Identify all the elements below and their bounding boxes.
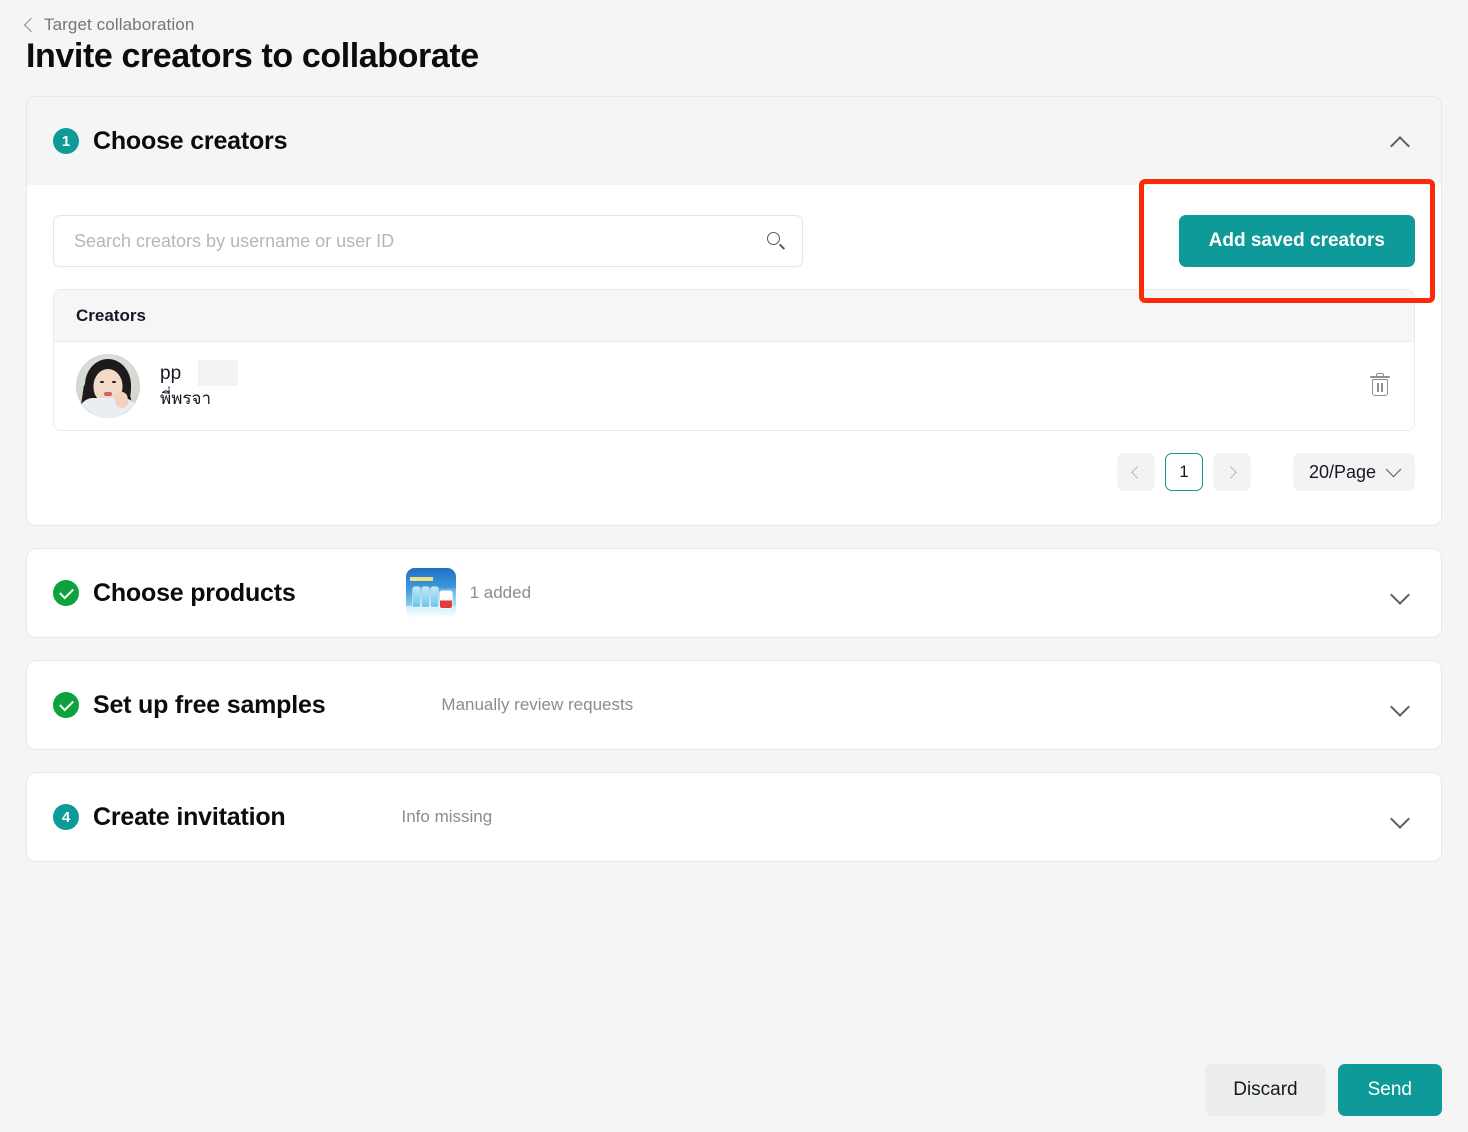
pagination-page-1[interactable]: 1 xyxy=(1164,453,1203,491)
creators-toolbar: Add saved creators xyxy=(53,179,1435,303)
invitation-status: Info missing xyxy=(401,807,493,826)
step-badge-4: 4 xyxy=(53,804,79,830)
section-set-up-free-samples[interactable]: Set up free samples Manually review requ… xyxy=(26,660,1442,750)
avatar xyxy=(76,354,140,418)
products-added-count: 1 added xyxy=(469,583,532,602)
chevron-down-icon[interactable] xyxy=(1389,806,1411,828)
table-row[interactable]: pp พี่พรจา xyxy=(54,342,1414,430)
step-badge-1: 1 xyxy=(53,128,79,154)
creator-info: pp พี่พรจา xyxy=(160,360,238,410)
product-thumbnail: + xyxy=(405,568,456,618)
redaction-block xyxy=(198,360,238,386)
step-badge-2-complete xyxy=(53,580,79,606)
chevron-left-icon xyxy=(1131,465,1144,479)
section-summary-choose-products: + 1 added xyxy=(405,568,1389,618)
samples-review-mode: Manually review requests xyxy=(441,695,634,714)
section-title-choose-products: Choose products xyxy=(93,578,296,607)
send-button[interactable]: Send xyxy=(1337,1064,1442,1116)
add-saved-creators-button[interactable]: Add saved creators xyxy=(1178,215,1415,267)
section-title-set-up-free-samples: Set up free samples xyxy=(93,690,326,719)
chevron-right-icon xyxy=(1224,465,1237,479)
chevron-down-icon[interactable] xyxy=(1389,694,1411,716)
section-create-invitation[interactable]: 4 Create invitation Info missing xyxy=(26,772,1442,862)
section-body-choose-creators: Add saved creators Creators xyxy=(27,179,1441,525)
footer-actions: Discard Send xyxy=(1205,1064,1442,1116)
page-title: Invite creators to collaborate xyxy=(26,37,479,75)
page-size-label: 20/Page xyxy=(1308,461,1376,482)
step-badge-3-complete xyxy=(53,692,79,718)
creators-table: Creators pp พี่พรจา xyxy=(53,289,1415,431)
search-icon[interactable] xyxy=(766,231,786,251)
add-saved-creators-wrap: Add saved creators xyxy=(1138,179,1435,303)
breadcrumb-label[interactable]: Target collaboration xyxy=(44,15,194,35)
table-header: Creators xyxy=(54,290,1414,342)
section-choose-products[interactable]: Choose products + 1 added xyxy=(26,548,1442,638)
creator-nickname: พี่พรจา xyxy=(160,389,212,408)
section-choose-creators: 1 Choose creators Add saved creators Cre… xyxy=(26,96,1442,526)
discard-button[interactable]: Discard xyxy=(1205,1064,1326,1116)
section-title-create-invitation: Create invitation xyxy=(93,802,286,831)
section-title-choose-creators: Choose creators xyxy=(93,126,288,155)
creator-username-text: pp xyxy=(160,363,182,384)
section-summary-create-invitation: Info missing xyxy=(401,807,1389,827)
section-header-create-invitation[interactable]: 4 Create invitation Info missing xyxy=(27,773,1441,861)
chevron-down-icon[interactable] xyxy=(1389,582,1411,604)
section-header-choose-products[interactable]: Choose products + 1 added xyxy=(27,549,1441,637)
section-header-choose-creators[interactable]: 1 Choose creators xyxy=(27,97,1441,185)
chevron-down-icon xyxy=(1385,461,1402,478)
pagination-prev-button[interactable] xyxy=(1116,453,1155,491)
search-creators-box[interactable] xyxy=(53,215,803,267)
creator-username: pp xyxy=(160,360,238,386)
page-size-select[interactable]: 20/Page xyxy=(1292,453,1415,491)
breadcrumb[interactable]: Target collaboration xyxy=(0,0,1468,34)
search-input[interactable] xyxy=(72,229,754,253)
section-header-set-up-free-samples[interactable]: Set up free samples Manually review requ… xyxy=(27,661,1441,749)
pagination: 1 20/Page xyxy=(53,453,1415,491)
trash-icon[interactable] xyxy=(1368,373,1392,399)
chevron-up-icon[interactable] xyxy=(1389,130,1411,152)
section-summary-set-up-free-samples: Manually review requests xyxy=(441,695,1389,715)
column-header-creators: Creators xyxy=(76,305,146,325)
pagination-next-button[interactable] xyxy=(1212,453,1251,491)
